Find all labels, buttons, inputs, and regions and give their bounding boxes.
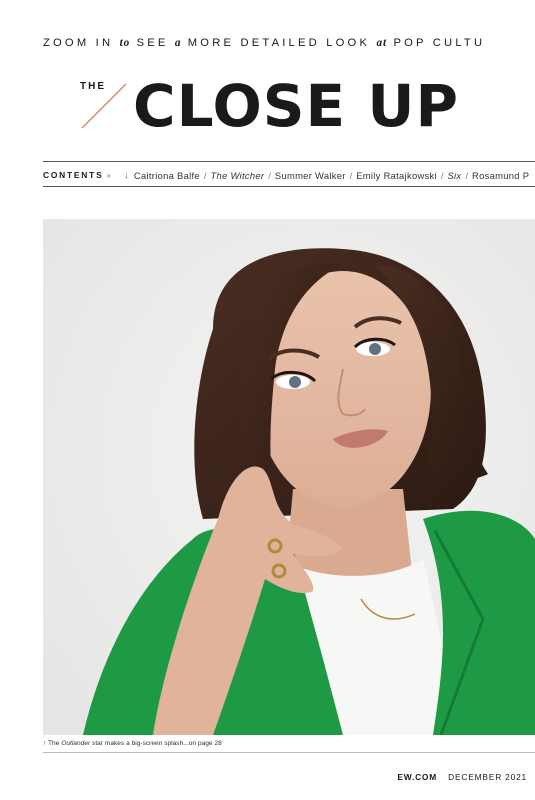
toc-separator: / xyxy=(268,169,271,181)
toc-item-rosamund-pike[interactable]: Rosamund P xyxy=(472,170,529,181)
footer-site[interactable]: EW.COM xyxy=(397,772,437,782)
photo-caption: ↑ The Outlander star makes a big-screen … xyxy=(43,740,222,747)
tagline-text: POP CULTU xyxy=(387,37,486,49)
slash-ornament xyxy=(81,83,127,129)
toc-separator: / xyxy=(203,169,207,181)
contents-top-rule xyxy=(43,161,535,162)
contents-label: CONTENTS xyxy=(43,170,104,180)
cover-portrait-photo xyxy=(43,219,535,735)
toc-item-six[interactable]: Six xyxy=(448,170,462,181)
toc-item-caitriona-balfe[interactable]: Caitriona Balfe xyxy=(134,170,200,181)
caption-post: star makes a big-screen splash...on page… xyxy=(90,740,222,747)
contents-bar: CONTENTS » ↓ Caitriona Balfe / The Witch… xyxy=(43,167,529,183)
masthead-title: CLOSE UP xyxy=(133,72,459,140)
footer-rule xyxy=(43,752,535,753)
contents-marker: » xyxy=(106,170,111,180)
toc-item-emily-ratajkowski[interactable]: Emily Ratajkowski xyxy=(356,170,437,181)
tagline-text: ZOOM IN xyxy=(43,37,120,49)
toc-separator: / xyxy=(465,169,469,181)
toc-separator: / xyxy=(349,169,353,181)
footer: EW.COM DECEMBER 2021 xyxy=(397,772,527,782)
caption-show: Outlander xyxy=(61,740,91,747)
arrow-down-icon: ↓ xyxy=(123,169,129,181)
footer-date: DECEMBER 2021 xyxy=(448,772,527,782)
tagline-text: SEE xyxy=(130,37,175,49)
tagline-italic-at: at xyxy=(376,37,388,49)
tagline: ZOOM IN to SEE a MORE DETAILED LOOK at P… xyxy=(43,37,485,49)
masthead: THE CLOSE UP xyxy=(78,72,535,140)
arrow-up-icon: ↑ xyxy=(43,740,47,747)
caption-pre: The xyxy=(48,740,62,747)
toc-item-summer-walker[interactable]: Summer Walker xyxy=(275,170,346,181)
portrait-illustration xyxy=(43,219,535,735)
toc-item-the-witcher[interactable]: The Witcher xyxy=(211,170,265,181)
tagline-italic-to: to xyxy=(119,37,131,49)
tagline-text: MORE DETAILED LOOK xyxy=(181,37,377,49)
contents-bottom-rule xyxy=(43,186,535,187)
toc-separator: / xyxy=(440,169,444,181)
